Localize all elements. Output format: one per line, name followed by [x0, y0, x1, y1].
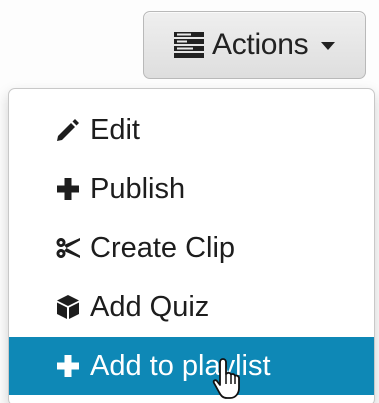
scissors-icon: [56, 238, 80, 258]
menu-item-label: Publish: [90, 172, 186, 205]
menu-item-create-clip[interactable]: Create Clip: [9, 219, 374, 277]
menu-item-add-quiz[interactable]: Add Quiz: [9, 278, 374, 336]
menu-item-label: Add Quiz: [90, 290, 210, 323]
pencil-icon: [57, 119, 79, 141]
plus-icon: [57, 355, 79, 377]
actions-button[interactable]: Actions: [143, 11, 366, 79]
caret-down-icon: [321, 42, 336, 50]
actions-menu-screen: Actions Edit Publish Create Clip Add Qui…: [0, 0, 379, 403]
menu-item-add-to-playlist[interactable]: Add to playlist: [9, 337, 374, 395]
actions-button-label: Actions: [212, 28, 309, 61]
menu-item-label: Create Clip: [90, 231, 236, 264]
actions-dropdown-menu: Edit Publish Create Clip Add Quiz Add to…: [8, 88, 375, 403]
menu-list-icon: [174, 32, 204, 58]
menu-item-label: Edit: [90, 113, 140, 146]
menu-item-edit[interactable]: Edit: [9, 101, 374, 159]
plus-icon: [57, 178, 79, 200]
cube-icon: [57, 295, 79, 319]
menu-item-label: Add to playlist: [90, 349, 271, 382]
menu-item-publish[interactable]: Publish: [9, 160, 374, 218]
